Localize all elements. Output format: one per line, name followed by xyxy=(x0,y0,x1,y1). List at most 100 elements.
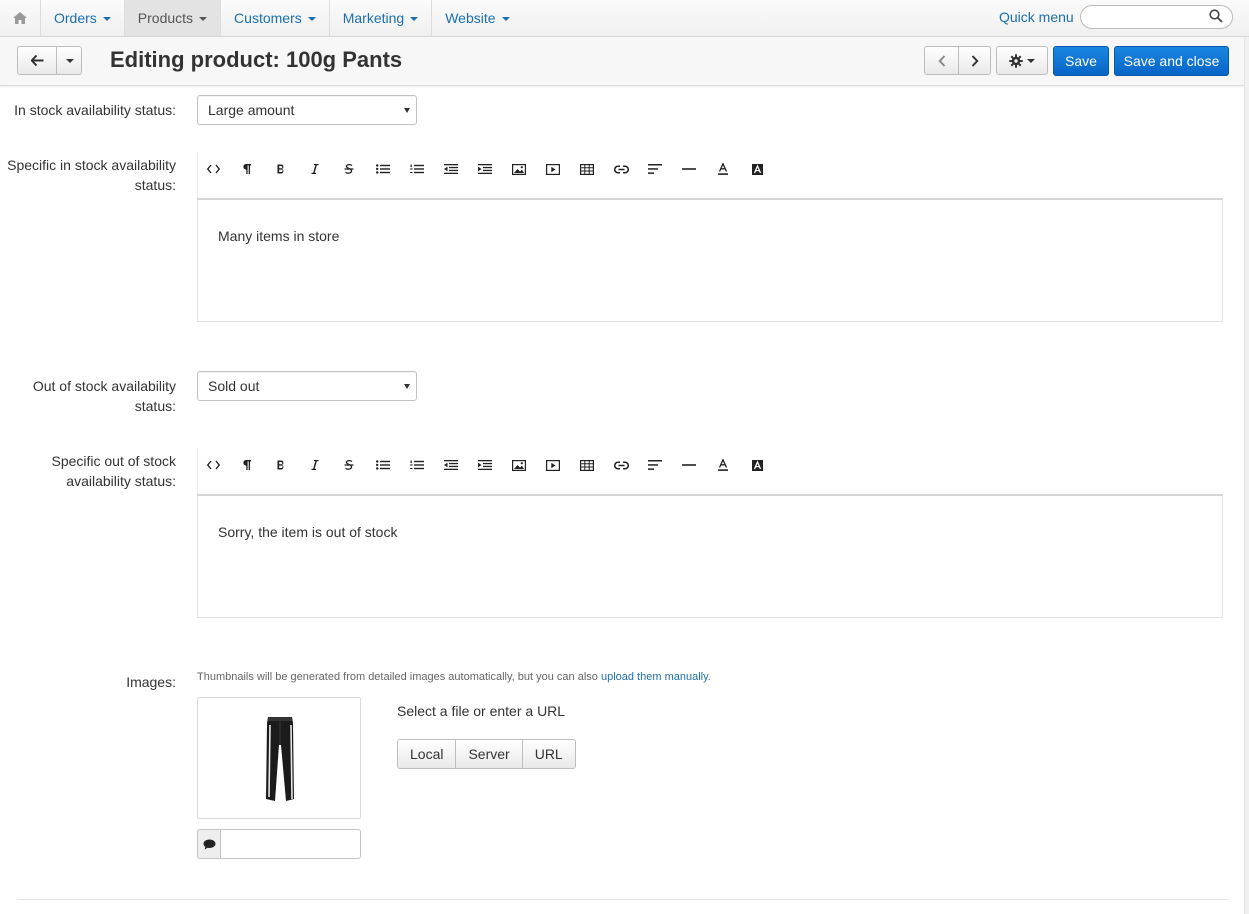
paragraph-button[interactable] xyxy=(234,156,260,182)
image-alt-text-input[interactable] xyxy=(220,829,361,859)
background-color-icon xyxy=(751,163,763,175)
strikethrough-icon xyxy=(344,460,354,470)
indent-button[interactable] xyxy=(472,452,498,478)
paragraph-icon xyxy=(243,164,251,174)
italic-button[interactable] xyxy=(302,156,328,182)
indent-icon xyxy=(478,164,492,174)
nav-website[interactable]: Website xyxy=(432,0,522,36)
indent-button[interactable] xyxy=(472,156,498,182)
images-hint-text: Thumbnails will be generated from detail… xyxy=(197,671,601,683)
strikethrough-button[interactable] xyxy=(336,156,362,182)
background-color-button[interactable] xyxy=(744,156,770,182)
arrow-left-icon xyxy=(30,55,43,66)
quick-menu-link[interactable]: Quick menu xyxy=(999,9,1074,25)
align-button[interactable] xyxy=(642,452,668,478)
images-hint-end: . xyxy=(707,671,711,683)
next-product-button[interactable] xyxy=(959,47,991,74)
caret-down-icon xyxy=(501,17,510,21)
specific-in-stock-content[interactable]: Many items in store xyxy=(197,200,1223,322)
align-icon xyxy=(648,164,662,174)
product-image-thumbnail[interactable] xyxy=(197,697,361,819)
image-alt-text-group xyxy=(197,829,361,859)
settings-dropdown-button[interactable] xyxy=(996,46,1048,75)
in-stock-status-value: Large amount xyxy=(208,102,295,118)
back-dropdown-button[interactable] xyxy=(57,47,82,74)
local-file-button[interactable]: Local xyxy=(398,740,457,768)
out-of-stock-status-label: Out of stock availability status: xyxy=(32,378,176,414)
align-icon xyxy=(648,460,662,470)
specific-in-stock-label: Specific in stock availability status: xyxy=(7,157,176,193)
html-code-button[interactable] xyxy=(200,452,226,478)
outdent-button[interactable] xyxy=(438,452,464,478)
font-color-button[interactable] xyxy=(710,452,736,478)
insert-table-button[interactable] xyxy=(574,452,600,478)
horizontal-rule-icon xyxy=(682,168,696,170)
background-color-button[interactable] xyxy=(744,452,770,478)
font-color-icon xyxy=(718,459,728,471)
insert-link-button[interactable] xyxy=(608,452,634,478)
paragraph-button[interactable] xyxy=(234,452,260,478)
file-source-hint: Select a file or enter a URL xyxy=(397,703,566,719)
unordered-list-button[interactable] xyxy=(370,452,396,478)
bold-button[interactable] xyxy=(268,452,294,478)
scrollbar[interactable] xyxy=(1244,37,1249,914)
caret-down-icon xyxy=(410,17,419,21)
file-source-buttons: Local Server URL xyxy=(397,739,576,769)
top-navigation: Orders Products Customers Marketing Webs… xyxy=(0,0,1249,37)
server-file-button[interactable]: Server xyxy=(456,740,523,768)
chevron-right-icon xyxy=(971,54,979,67)
select-arrow-icon xyxy=(404,108,410,113)
paragraph-icon xyxy=(243,460,251,470)
home-button[interactable] xyxy=(0,0,41,36)
outdent-icon xyxy=(444,460,458,470)
insert-image-button[interactable] xyxy=(506,452,532,478)
insert-video-button[interactable] xyxy=(540,156,566,182)
ordered-list-button[interactable] xyxy=(404,156,430,182)
upload-manually-link[interactable]: upload them manually xyxy=(601,671,708,683)
horizontal-rule-button[interactable] xyxy=(676,156,702,182)
indent-icon xyxy=(478,460,492,470)
nav-orders[interactable]: Orders xyxy=(41,0,125,36)
link-icon xyxy=(613,164,629,174)
table-icon xyxy=(580,163,594,175)
html-code-button[interactable] xyxy=(200,156,226,182)
main-menu: Orders Products Customers Marketing Webs… xyxy=(41,0,523,36)
caret-down-icon xyxy=(65,58,74,63)
nav-marketing[interactable]: Marketing xyxy=(330,0,433,36)
search-icon[interactable] xyxy=(1209,9,1223,23)
table-icon xyxy=(580,459,594,471)
caret-down-icon xyxy=(199,17,208,21)
strikethrough-button[interactable] xyxy=(336,452,362,478)
url-file-button[interactable]: URL xyxy=(522,740,575,768)
image-icon xyxy=(512,459,526,471)
nav-customers[interactable]: Customers xyxy=(221,0,330,36)
ordered-list-button[interactable] xyxy=(404,452,430,478)
out-of-stock-status-select[interactable]: Sold out xyxy=(197,371,417,401)
align-button[interactable] xyxy=(642,156,668,182)
comment-addon xyxy=(197,829,221,859)
nav-orders-label: Orders xyxy=(54,10,97,26)
unordered-list-button[interactable] xyxy=(370,156,396,182)
save-button[interactable]: Save xyxy=(1053,46,1109,76)
insert-image-button[interactable] xyxy=(506,156,532,182)
bold-icon xyxy=(277,460,284,470)
html-code-icon xyxy=(206,164,220,174)
page-title: Editing product: 100g Pants xyxy=(110,47,403,72)
save-and-close-button[interactable]: Save and close xyxy=(1114,46,1229,76)
specific-out-of-stock-editor: Sorry, the item is out of stock xyxy=(197,448,1223,618)
horizontal-rule-button[interactable] xyxy=(676,452,702,478)
bold-button[interactable] xyxy=(268,156,294,182)
italic-button[interactable] xyxy=(302,452,328,478)
in-stock-status-select[interactable]: Large amount xyxy=(197,95,417,125)
outdent-button[interactable] xyxy=(438,156,464,182)
font-color-button[interactable] xyxy=(710,156,736,182)
insert-table-button[interactable] xyxy=(574,156,600,182)
unordered-list-icon xyxy=(376,164,390,174)
specific-out-of-stock-content[interactable]: Sorry, the item is out of stock xyxy=(197,496,1223,618)
insert-video-button[interactable] xyxy=(540,452,566,478)
nav-products[interactable]: Products xyxy=(124,0,222,36)
prev-product-button[interactable] xyxy=(925,47,958,74)
italic-icon xyxy=(311,460,319,470)
back-button[interactable] xyxy=(18,47,56,74)
insert-link-button[interactable] xyxy=(608,156,634,182)
